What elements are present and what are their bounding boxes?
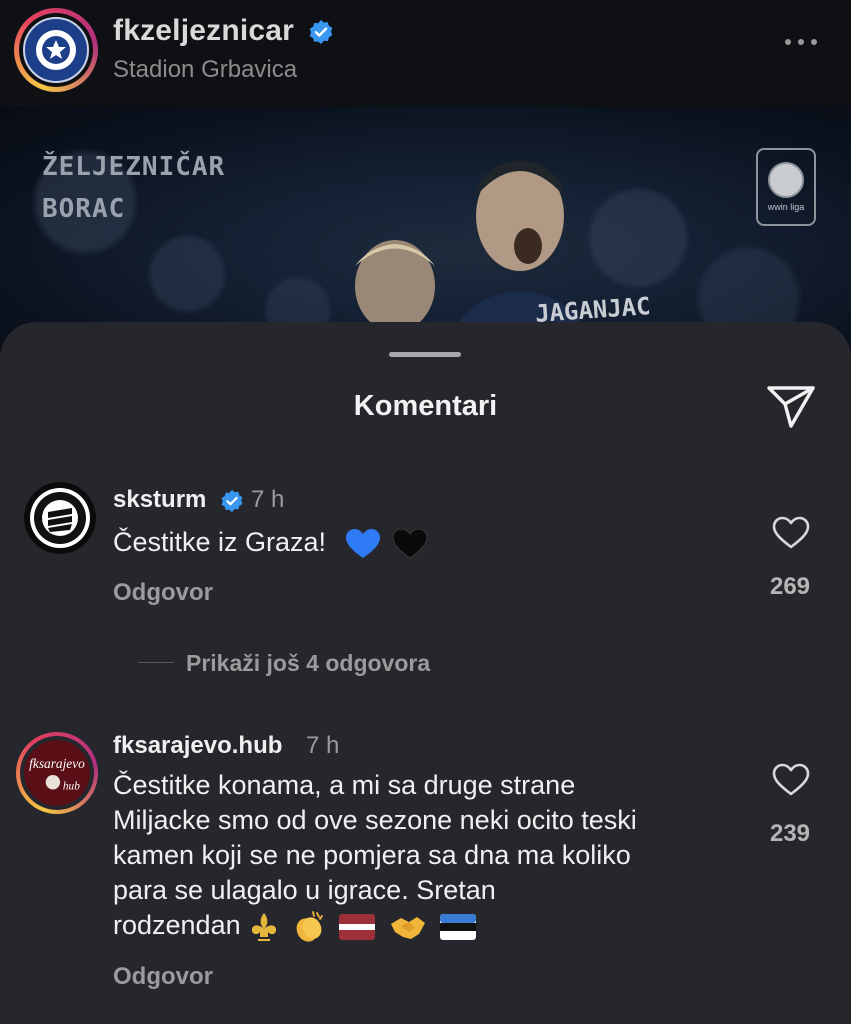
post-image[interactable]: ŽELJEZNIČAR BORAC JAGANJAC wwin liga (0, 106, 851, 346)
comments-sheet: Komentari sksturm 7 h Čestitke iz Graza! (0, 322, 851, 1024)
team-away: BORAC (42, 194, 126, 224)
comment-text-body: Čestitke iz Graza! (113, 527, 327, 557)
replies-divider (138, 662, 174, 663)
comment-text-line: kamen koji se ne pomjera sa dna ma kolik… (113, 840, 631, 870)
svg-text:fksarajevo: fksarajevo (29, 756, 85, 771)
blue-heart-icon (345, 528, 380, 558)
black-heart-icon (393, 528, 428, 559)
comment-text-line: para se ulagalo u igrace. Sretan (113, 875, 496, 905)
post-teams: ŽELJEZNIČAR BORAC (42, 146, 225, 230)
comment-text-line-last: rodzendan (113, 908, 753, 944)
comment-text-line: Čestitke konama, a mi sa druge strane (113, 770, 576, 800)
fksarajevo-hub-logo-icon: fksarajevo hub (20, 736, 94, 810)
fleur-de-lis-icon (252, 912, 277, 941)
account-avatar[interactable] (14, 8, 98, 92)
latvia-flag-icon (339, 913, 376, 940)
comment-username[interactable]: sksturm (113, 486, 206, 514)
comment-time: 7 h (306, 732, 340, 759)
account-username[interactable]: fkzeljeznicar (113, 14, 294, 48)
like-count: 269 (769, 573, 811, 600)
comment-text-line: Miljacke smo od ove sezone neki ocito te… (113, 805, 637, 835)
send-icon[interactable] (765, 382, 817, 430)
estonia-flag-icon (440, 913, 477, 940)
clapping-hands-icon (296, 910, 323, 942)
reply-button[interactable]: Odgovor (113, 963, 213, 991)
sheet-title: Komentari (353, 390, 498, 422)
handshake-icon (390, 916, 425, 939)
verified-badge-icon (221, 489, 243, 513)
comment-username[interactable]: fksarajevo.hub (113, 732, 282, 760)
reply-button[interactable]: Odgovor (113, 579, 213, 607)
comment-text-line: rodzendan (113, 910, 241, 940)
view-more-replies-button[interactable]: Prikaži još 4 odgovora (186, 650, 430, 677)
like-count: 239 (769, 820, 811, 847)
comment-text: Čestitke iz Graza! (113, 525, 428, 560)
like-heart-icon[interactable] (772, 763, 810, 797)
comment-time: 7 h (251, 486, 285, 513)
club-crest-icon (23, 17, 89, 83)
sheet-drag-handle[interactable] (389, 352, 461, 357)
team-home: ŽELJEZNIČAR (42, 152, 226, 182)
comment-text: Čestitke konama, a mi sa druge strane Mi… (113, 768, 753, 944)
commenter-avatar[interactable] (24, 482, 96, 554)
like-heart-icon[interactable] (772, 516, 810, 550)
league-badge-text: wwin liga (767, 202, 805, 212)
post-location[interactable]: Stadion Grbavica (113, 56, 297, 84)
league-badge: wwin liga (756, 148, 816, 226)
commenter-avatar[interactable]: fksarajevo hub (16, 732, 98, 814)
ball-icon (768, 162, 804, 198)
verified-badge-icon (309, 20, 333, 44)
svg-text:hub: hub (63, 780, 80, 792)
more-options-icon[interactable] (785, 34, 825, 50)
post-header: fkzeljeznicar Stadion Grbavica (0, 0, 851, 106)
